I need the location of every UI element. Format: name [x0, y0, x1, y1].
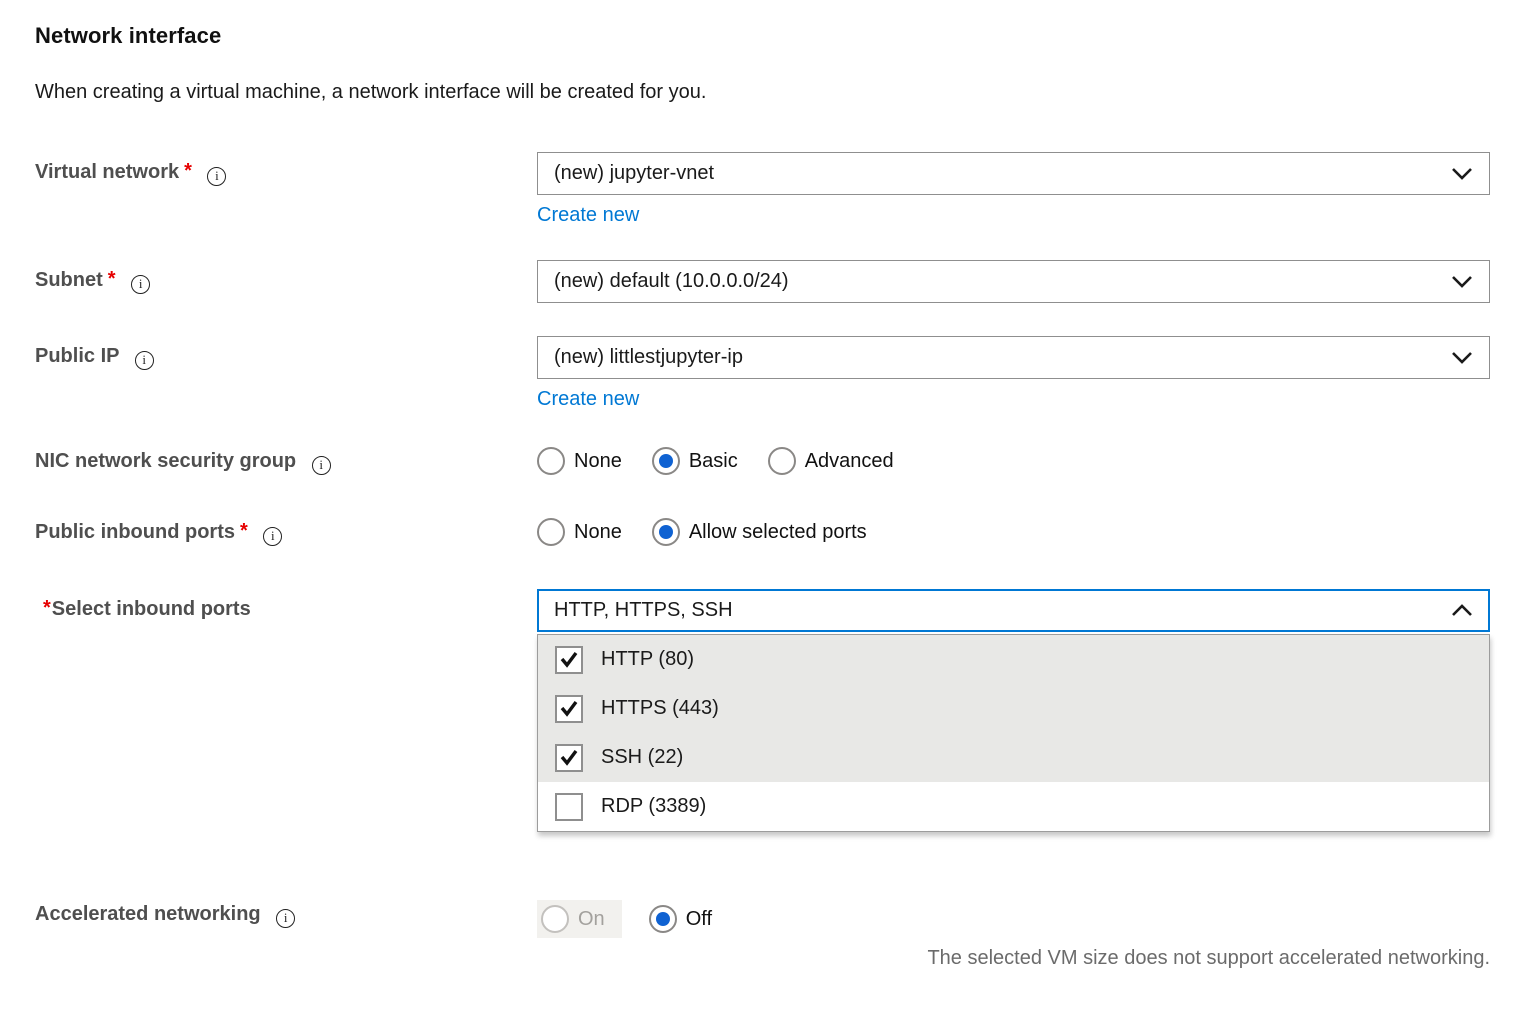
port-option-label: SSH (22) [601, 746, 683, 769]
checkbox[interactable] [555, 793, 583, 821]
chevron-up-icon [1451, 604, 1473, 617]
radio-label: None [574, 521, 622, 544]
port-option-label: HTTPS (443) [601, 697, 719, 720]
port-option-https[interactable]: HTTPS (443) [538, 684, 1489, 733]
radio-label: Basic [689, 450, 738, 473]
public-ip-select[interactable]: (new) littlestjupyter-ip [537, 336, 1490, 379]
port-option-http[interactable]: HTTP (80) [538, 635, 1489, 684]
public-ip-label-text: Public IP [35, 345, 119, 367]
info-icon[interactable]: i [312, 456, 331, 475]
radio-label: Advanced [805, 450, 894, 473]
select-inbound-ports-label: *Select inbound ports [35, 589, 537, 621]
radio-button[interactable] [652, 518, 680, 546]
port-option-label: RDP (3389) [601, 795, 706, 818]
radio-button[interactable] [537, 447, 565, 475]
virtual-network-select[interactable]: (new) jupyter-vnet [537, 152, 1490, 195]
form-row-accelerated-networking: Accelerated networking i On Off The sele… [35, 900, 1490, 970]
radio-label: Allow selected ports [689, 521, 867, 544]
radio-label: On [578, 908, 605, 931]
checkbox[interactable] [555, 744, 583, 772]
accelerated-networking-option-on: On [537, 900, 622, 938]
inbound-ports-dropdown-panel: HTTP (80) HTTPS (443) SSH (22) [537, 634, 1490, 832]
checkbox[interactable] [555, 695, 583, 723]
required-asterisk: * [108, 268, 116, 290]
radio-label: None [574, 450, 622, 473]
required-asterisk: * [240, 520, 248, 542]
accelerated-networking-note: The selected VM size does not support ac… [537, 947, 1490, 970]
info-icon[interactable]: i [131, 275, 150, 294]
page-title: Network interface [35, 0, 1490, 49]
public-inbound-ports-option-allow[interactable]: Allow selected ports [652, 518, 867, 546]
chevron-down-icon [1451, 275, 1473, 288]
form-row-virtual-network: Virtual network* i (new) jupyter-vnet Cr… [35, 152, 1490, 227]
accelerated-networking-toggle: On Off [537, 900, 1490, 938]
inbound-ports-select[interactable]: HTTP, HTTPS, SSH [537, 589, 1490, 632]
virtual-network-value: (new) jupyter-vnet [554, 162, 714, 185]
form-row-public-inbound-ports: Public inbound ports* i None Allow selec… [35, 518, 1490, 546]
check-icon [560, 749, 579, 766]
subnet-select[interactable]: (new) default (10.0.0.0/24) [537, 260, 1490, 303]
public-inbound-ports-option-none[interactable]: None [537, 518, 622, 546]
subnet-label-text: Subnet [35, 269, 103, 291]
required-asterisk: * [43, 597, 51, 619]
radio-button [541, 905, 569, 933]
check-icon [560, 651, 579, 668]
nic-nsg-option-none[interactable]: None [537, 447, 622, 475]
accelerated-networking-label: Accelerated networking i [35, 900, 537, 928]
port-option-rdp[interactable]: RDP (3389) [538, 782, 1489, 831]
port-option-ssh[interactable]: SSH (22) [538, 733, 1489, 782]
create-new-virtual-network-link[interactable]: Create new [537, 204, 639, 227]
create-new-public-ip-link[interactable]: Create new [537, 388, 639, 411]
virtual-network-label: Virtual network* i [35, 152, 537, 186]
form-row-nic-nsg: NIC network security group i None Basic … [35, 447, 1490, 475]
public-inbound-ports-label-text: Public inbound ports [35, 521, 235, 543]
nic-nsg-option-basic[interactable]: Basic [652, 447, 738, 475]
nic-nsg-label: NIC network security group i [35, 447, 537, 475]
nic-nsg-radio-group: None Basic Advanced [537, 447, 1490, 475]
required-asterisk: * [184, 160, 192, 182]
info-icon[interactable]: i [276, 909, 295, 928]
subnet-label: Subnet* i [35, 260, 537, 294]
select-inbound-ports-label-text: Select inbound ports [52, 598, 251, 620]
public-inbound-ports-radio-group: None Allow selected ports [537, 518, 1490, 546]
virtual-network-label-text: Virtual network [35, 161, 179, 183]
form-row-subnet: Subnet* i (new) default (10.0.0.0/24) [35, 260, 1490, 303]
inbound-ports-value: HTTP, HTTPS, SSH [554, 599, 733, 622]
form-row-select-inbound-ports: *Select inbound ports HTTP, HTTPS, SSH H… [35, 589, 1490, 832]
radio-button[interactable] [649, 905, 677, 933]
info-icon[interactable]: i [263, 527, 282, 546]
accelerated-networking-label-text: Accelerated networking [35, 903, 261, 925]
radio-button[interactable] [537, 518, 565, 546]
chevron-down-icon [1451, 167, 1473, 180]
chevron-down-icon [1451, 351, 1473, 364]
network-interface-form: Network interface When creating a virtua… [0, 0, 1532, 970]
public-inbound-ports-label: Public inbound ports* i [35, 518, 537, 546]
radio-label: Off [686, 908, 712, 931]
page-description: When creating a virtual machine, a netwo… [35, 81, 1490, 104]
info-icon[interactable]: i [135, 351, 154, 370]
subnet-value: (new) default (10.0.0.0/24) [554, 270, 789, 293]
accelerated-networking-option-off[interactable]: Off [649, 905, 712, 933]
radio-button[interactable] [652, 447, 680, 475]
form-row-public-ip: Public IP i (new) littlestjupyter-ip Cre… [35, 336, 1490, 411]
nic-nsg-label-text: NIC network security group [35, 450, 296, 472]
radio-button[interactable] [768, 447, 796, 475]
public-ip-value: (new) littlestjupyter-ip [554, 346, 743, 369]
port-option-label: HTTP (80) [601, 648, 694, 671]
public-ip-label: Public IP i [35, 336, 537, 370]
info-icon[interactable]: i [207, 167, 226, 186]
nic-nsg-option-advanced[interactable]: Advanced [768, 447, 894, 475]
check-icon [560, 700, 579, 717]
checkbox[interactable] [555, 646, 583, 674]
